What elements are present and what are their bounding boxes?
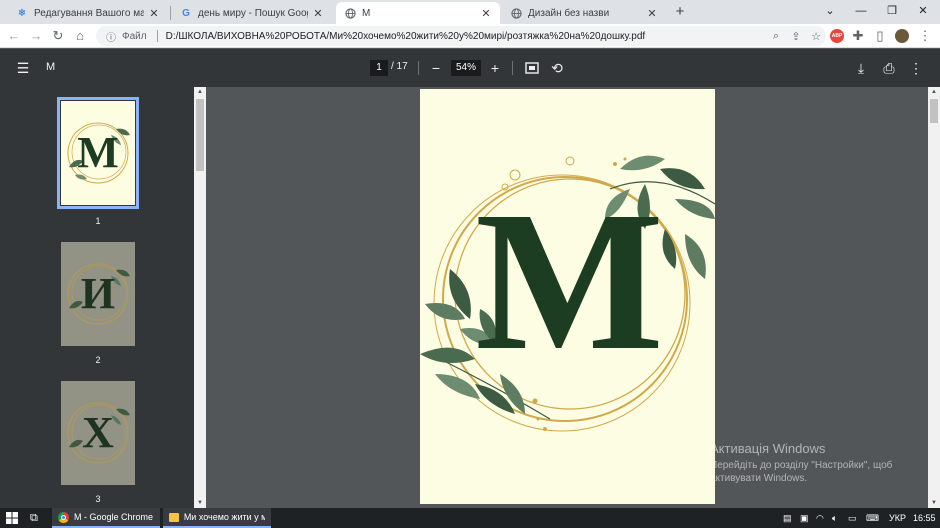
watermark-line: активувати Windows.: [710, 473, 808, 484]
tab-title: день миру - Пошук Google: [198, 7, 308, 19]
toolbar-divider: [418, 61, 419, 75]
address-bar[interactable]: ⓘ Файл D:/ШКОЛА/ВИХОВНА%20РОБОТА/Ми%20хо…: [96, 26, 826, 46]
new-tab-button[interactable]: +: [671, 3, 689, 21]
address-divider: [156, 30, 158, 42]
scroll-down-arrow-icon[interactable]: ▼: [928, 498, 940, 508]
thumbnail-sidebar: M 1 И 2 Х 3: [0, 87, 194, 508]
watermark-title: Активація Windows: [710, 441, 826, 456]
document-title: M: [46, 61, 56, 73]
adblock-extension-icon[interactable]: ABP: [830, 29, 844, 43]
battery-icon[interactable]: ▭: [848, 508, 857, 528]
fit-to-page-icon[interactable]: [522, 58, 542, 78]
tab-design-untitled[interactable]: Дизайн без назви ✕: [502, 2, 666, 24]
page-total: / 17: [391, 61, 408, 72]
zoom-in-plus-icon[interactable]: +: [485, 58, 505, 78]
sidebar-scrollbar[interactable]: ▲ ▼: [194, 87, 206, 508]
thumbnail-page-3[interactable]: Х: [61, 381, 135, 485]
close-icon[interactable]: ✕: [646, 7, 658, 20]
thumbnail-letter: Х: [82, 408, 114, 457]
volume-icon[interactable]: 🔈︎: [832, 508, 837, 528]
watermark-line: Перейдіть до розділу "Настройки", щоб: [710, 460, 893, 471]
windows-activation-watermark: Активація Windows Перейдіть до розділу "…: [710, 441, 892, 485]
main-scrollbar[interactable]: ▲ ▼: [928, 87, 940, 508]
toolbar-divider: [512, 61, 513, 75]
tray-app-icon[interactable]: ▣: [800, 508, 809, 528]
tab-title: Редагування Вашого матеріалу: [34, 7, 144, 19]
taskbar-app-chrome[interactable]: M - Google Chrome: [52, 508, 160, 528]
taskbar-app-label: Ми хочемо жити у м...: [183, 512, 265, 522]
forward-arrow-icon[interactable]: →: [26, 26, 46, 46]
keyboard-icon[interactable]: ⌨: [866, 508, 879, 528]
tab-google-search[interactable]: G день миру - Пошук Google ✕: [172, 2, 332, 24]
thumbnail-page-number: 2: [95, 355, 101, 365]
tab-edit-material[interactable]: ❄ Редагування Вашого матеріалу ✕: [8, 2, 168, 24]
hamburger-menu-icon[interactable]: ☰: [13, 58, 33, 78]
tab-title: M: [362, 7, 371, 19]
share-icon[interactable]: ⇪: [786, 30, 806, 43]
tab-pdf-m[interactable]: M ✕: [336, 2, 500, 24]
browser-toolbar: ← → ↻ ⌂ ⓘ Файл D:/ШКОЛА/ВИХОВНА%20РОБОТА…: [0, 24, 940, 48]
page-number-input[interactable]: 1: [370, 60, 388, 76]
close-icon[interactable]: ✕: [148, 7, 160, 20]
zoom-magnifier-icon[interactable]: ⌕: [766, 30, 786, 43]
home-icon[interactable]: ⌂: [70, 26, 90, 46]
zoom-level-input[interactable]: 54%: [451, 60, 481, 76]
reload-icon[interactable]: ↻: [48, 26, 68, 46]
snowflake-icon: ❄: [17, 7, 27, 19]
page-letter: M: [475, 171, 664, 392]
url-text[interactable]: D:/ШКОЛА/ВИХОВНА%20РОБОТА/Ми%20хочемо%20…: [166, 31, 766, 42]
thumbnail-page-number: 1: [95, 216, 101, 226]
pdf-page-1: M: [420, 89, 715, 504]
scroll-up-arrow-icon[interactable]: ▲: [194, 87, 206, 97]
close-window-button[interactable]: ✕: [907, 0, 939, 24]
language-indicator[interactable]: УКР: [889, 508, 906, 528]
rotate-icon[interactable]: ⟲: [547, 58, 567, 78]
close-icon[interactable]: ✕: [480, 7, 492, 20]
download-icon[interactable]: ⤓: [851, 58, 871, 78]
task-view-icon[interactable]: ⧉: [30, 508, 38, 528]
thumbnail-letter: M: [77, 128, 119, 177]
thumbnail-page-number: 3: [95, 494, 101, 504]
thumbnail-page-2[interactable]: И: [61, 242, 135, 346]
minimize-button[interactable]: —: [845, 0, 877, 24]
thumbnail-page-1[interactable]: M: [57, 97, 139, 209]
clock-time[interactable]: 16:55: [913, 508, 936, 528]
taskbar-app-folder[interactable]: Ми хочемо жити у м...: [163, 508, 271, 528]
bookmark-star-icon[interactable]: ☆: [806, 30, 826, 43]
wifi-icon[interactable]: ◠: [816, 508, 824, 528]
close-icon[interactable]: ✕: [312, 7, 324, 20]
tab-strip: ❄ Редагування Вашого матеріалу ✕ G день …: [0, 0, 940, 24]
more-options-icon[interactable]: ⋮: [906, 58, 926, 78]
windows-start-icon[interactable]: [6, 508, 18, 528]
globe-icon: [510, 7, 522, 19]
pdf-toolbar: ☰ M 1 / 17 − 54% + ⟲ ⤓ ⎙ ⋮: [0, 49, 940, 87]
profile-avatar[interactable]: [895, 29, 909, 43]
thumbnail-letter: И: [80, 269, 116, 318]
globe-icon: [344, 7, 356, 19]
print-icon[interactable]: ⎙: [879, 58, 899, 78]
tab-title: Дизайн без назви: [528, 7, 610, 19]
folder-icon: [169, 512, 179, 522]
chrome-icon: [58, 511, 69, 523]
tab-separator: [170, 6, 171, 20]
tab-search-chevron-icon[interactable]: ⌄: [814, 0, 846, 24]
kebab-menu-icon[interactable]: ⋮: [915, 26, 935, 46]
zoom-out-minus-icon[interactable]: −: [426, 58, 446, 78]
side-panel-icon[interactable]: ▯: [870, 26, 890, 46]
restore-button[interactable]: ❐: [876, 0, 908, 24]
scroll-up-arrow-icon[interactable]: ▲: [928, 87, 940, 97]
scroll-down-arrow-icon[interactable]: ▼: [194, 498, 206, 508]
windows-taskbar: ⧉ M - Google Chrome Ми хочемо жити у м..…: [0, 508, 940, 528]
google-g-icon: G: [182, 7, 190, 19]
file-scheme-label: Файл: [122, 30, 147, 42]
back-arrow-icon[interactable]: ←: [4, 26, 24, 46]
info-icon[interactable]: ⓘ: [104, 29, 118, 44]
extensions-puzzle-icon[interactable]: ✚: [848, 26, 868, 46]
main-scroll-thumb[interactable]: [930, 99, 938, 123]
sidebar-scroll-thumb[interactable]: [196, 99, 204, 171]
taskbar-app-label: M - Google Chrome: [74, 512, 154, 522]
adblock-label: ABP: [831, 33, 843, 39]
notes-icon[interactable]: ▤: [783, 508, 792, 528]
